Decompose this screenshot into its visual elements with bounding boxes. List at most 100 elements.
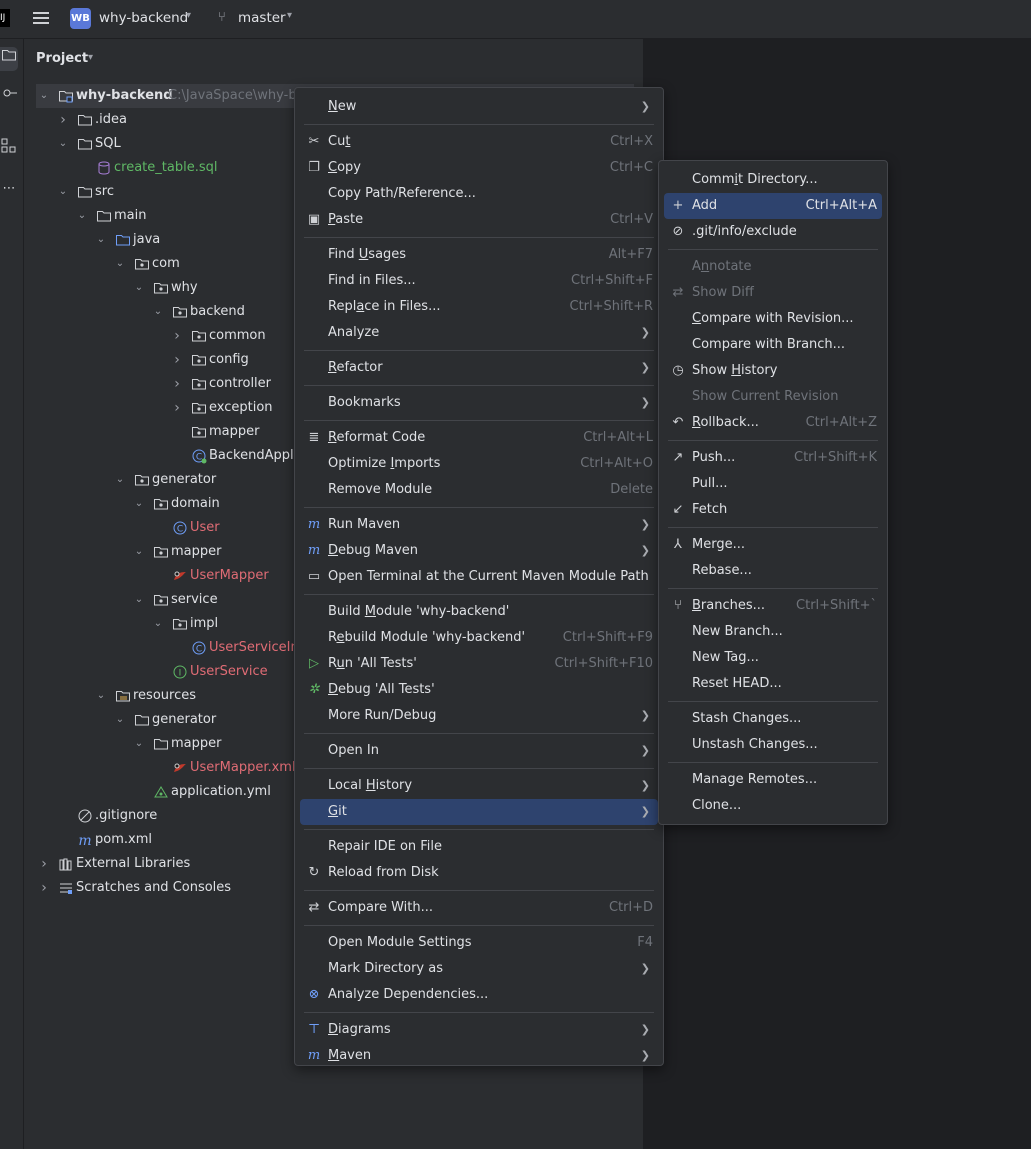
chevron-down-icon[interactable]: ⌄ — [133, 276, 145, 300]
tree-item-label: pom.xml — [95, 832, 152, 847]
more-icon[interactable]: ⋯ — [0, 177, 18, 201]
context-menu-item[interactable]: Optimize Imports Ctrl+Alt+O — [300, 451, 658, 477]
git-menu-item[interactable]: Unstash Changes... — [664, 732, 882, 758]
git-menu-item[interactable]: ↙ Fetch — [664, 497, 882, 523]
chevron-down-icon[interactable]: ⌄ — [95, 228, 107, 252]
main-menu-icon[interactable] — [33, 10, 49, 26]
chevron-right-icon[interactable]: › — [57, 108, 69, 132]
context-menu-item[interactable]: Copy Path/Reference... — [300, 181, 658, 207]
context-menu-item[interactable]: ⇄ Compare With... Ctrl+D — [300, 895, 658, 921]
chevron-down-icon[interactable]: ⌄ — [57, 132, 69, 156]
context-menu-item[interactable]: m Run Maven ❯ — [300, 512, 658, 538]
git-menu-item[interactable]: Commit Directory... — [664, 167, 882, 193]
chevron-right-icon[interactable]: › — [171, 348, 183, 372]
context-menu-item[interactable]: ⊤ Diagrams ❯ — [300, 1017, 658, 1043]
context-menu-item[interactable]: Open In ❯ — [300, 738, 658, 764]
git-menu-item[interactable]: Clone... — [664, 793, 882, 819]
context-menu-item[interactable]: ⊗ Analyze Dependencies... — [300, 982, 658, 1008]
context-menu-item[interactable]: Rebuild Module 'why-backend' Ctrl+Shift+F… — [300, 625, 658, 651]
git-menu-item[interactable]: Pull... — [664, 471, 882, 497]
git-menu-item[interactable]: Reset HEAD... — [664, 671, 882, 697]
context-menu-item[interactable]: Bookmarks ❯ — [300, 390, 658, 416]
context-menu-item[interactable]: More Run/Debug ❯ — [300, 703, 658, 729]
project-folder-icon[interactable] — [0, 47, 18, 71]
context-menu-item[interactable]: New ❯ — [300, 94, 658, 120]
chevron-right-icon: ❯ — [640, 1023, 650, 1036]
chevron-right-icon[interactable]: › — [171, 324, 183, 348]
chevron-right-icon[interactable]: › — [38, 852, 50, 876]
project-name[interactable]: why-backend — [99, 10, 188, 26]
context-menu-item[interactable]: ✂ Cut Ctrl+X — [300, 129, 658, 155]
context-menu-item[interactable]: Mark Directory as ❯ — [300, 956, 658, 982]
chevron-down-icon[interactable]: ⌄ — [57, 180, 69, 204]
structure-icon[interactable] — [0, 137, 18, 161]
chevron-down-icon[interactable]: ⌄ — [114, 708, 126, 732]
context-menu-item[interactable]: ≣ Reformat Code Ctrl+Alt+L — [300, 425, 658, 451]
context-menu-item[interactable]: Find Usages Alt+F7 — [300, 242, 658, 268]
git-menu-item[interactable]: ⊘ .git/info/exclude — [664, 219, 882, 245]
chevron-right-icon[interactable]: › — [171, 396, 183, 420]
chevron-down-icon[interactable]: ⌄ — [95, 684, 107, 708]
chevron-down-icon[interactable]: ⌄ — [38, 84, 50, 108]
chevron-down-icon[interactable]: ▾ — [186, 10, 191, 21]
context-menu-item[interactable]: Analyze ❯ — [300, 320, 658, 346]
git-menu-item[interactable]: Stash Changes... — [664, 706, 882, 732]
git-menu-item[interactable]: New Branch... — [664, 619, 882, 645]
project-badge[interactable]: WB — [70, 8, 91, 29]
git-menu-item[interactable]: + Add Ctrl+Alt+A — [664, 193, 882, 219]
chevron-right-icon[interactable]: › — [171, 372, 183, 396]
panel-title[interactable]: Project — [36, 51, 88, 66]
context-menu-item[interactable]: m Maven ❯ — [300, 1043, 658, 1069]
git-menu-item[interactable]: Compare with Revision... — [664, 306, 882, 332]
menu-item-label: Analyze Dependencies... — [328, 987, 489, 1002]
context-menu-item[interactable]: ▷ Run 'All Tests' Ctrl+Shift+F10 — [300, 651, 658, 677]
chevron-down-icon[interactable]: ⌄ — [133, 732, 145, 756]
context-menu-item[interactable]: Replace in Files... Ctrl+Shift+R — [300, 294, 658, 320]
git-menu-item[interactable]: Manage Remotes... — [664, 767, 882, 793]
git-menu-item[interactable]: Annotate — [664, 254, 882, 280]
chevron-down-icon[interactable]: ⌄ — [133, 588, 145, 612]
git-menu-item[interactable]: New Tag... — [664, 645, 882, 671]
package-icon — [172, 616, 188, 632]
git-menu-item[interactable]: Show Current Revision — [664, 384, 882, 410]
context-menu-item[interactable]: Remove Module Delete — [300, 477, 658, 503]
branch-icon[interactable]: ⑂ — [218, 10, 226, 25]
context-menu-item[interactable]: Git ❯ — [300, 799, 658, 825]
git-menu-item[interactable]: Rebase... — [664, 558, 882, 584]
context-menu-item[interactable]: ❐ Copy Ctrl+C — [300, 155, 658, 181]
context-menu-item[interactable]: Local History ❯ — [300, 773, 658, 799]
chevron-down-icon[interactable]: ⌄ — [133, 492, 145, 516]
git-menu-item[interactable]: Compare with Branch... — [664, 332, 882, 358]
git-menu-item[interactable]: ⇄ Show Diff — [664, 280, 882, 306]
chevron-down-icon[interactable]: ⌄ — [114, 252, 126, 276]
context-menu-item[interactable]: Repair IDE on File — [300, 834, 658, 860]
git-menu-item[interactable]: ↶ Rollback... Ctrl+Alt+Z — [664, 410, 882, 436]
context-menu-item[interactable]: Open Module Settings F4 — [300, 930, 658, 956]
context-menu-item[interactable]: Build Module 'why-backend' — [300, 599, 658, 625]
context-menu-item[interactable]: ▣ Paste Ctrl+V — [300, 207, 658, 233]
package-icon — [191, 328, 207, 344]
context-menu-item[interactable]: ✲ Debug 'All Tests' — [300, 677, 658, 703]
chevron-down-icon[interactable]: ⌄ — [76, 204, 88, 228]
context-menu-item[interactable]: Find in Files... Ctrl+Shift+F — [300, 268, 658, 294]
git-menu-item[interactable]: ↗ Push... Ctrl+Shift+K — [664, 445, 882, 471]
chevron-down-icon[interactable]: ⌄ — [133, 540, 145, 564]
git-menu-item[interactable]: ⅄ Merge... — [664, 532, 882, 558]
menu-item-label: Merge... — [692, 537, 745, 552]
chevron-down-icon[interactable]: ⌄ — [114, 468, 126, 492]
menu-separator — [304, 829, 654, 830]
commit-icon[interactable] — [0, 85, 18, 109]
chevron-down-icon[interactable]: ▾ — [287, 10, 292, 21]
chevron-down-icon[interactable]: ▾ — [88, 52, 93, 63]
chevron-down-icon[interactable]: ⌄ — [152, 300, 164, 324]
intellij-icon[interactable]: IJ — [0, 9, 10, 27]
git-menu-item[interactable]: ⑂ Branches... Ctrl+Shift+` — [664, 593, 882, 619]
context-menu-item[interactable]: m Debug Maven ❯ — [300, 538, 658, 564]
chevron-right-icon[interactable]: › — [38, 876, 50, 900]
git-menu-item[interactable]: ◷ Show History — [664, 358, 882, 384]
context-menu-item[interactable]: Refactor ❯ — [300, 355, 658, 381]
context-menu-item[interactable]: ▭ Open Terminal at the Current Maven Modu… — [300, 564, 658, 590]
context-menu-item[interactable]: ↻ Reload from Disk — [300, 860, 658, 886]
branch-name[interactable]: master — [238, 10, 286, 26]
chevron-down-icon[interactable]: ⌄ — [152, 612, 164, 636]
